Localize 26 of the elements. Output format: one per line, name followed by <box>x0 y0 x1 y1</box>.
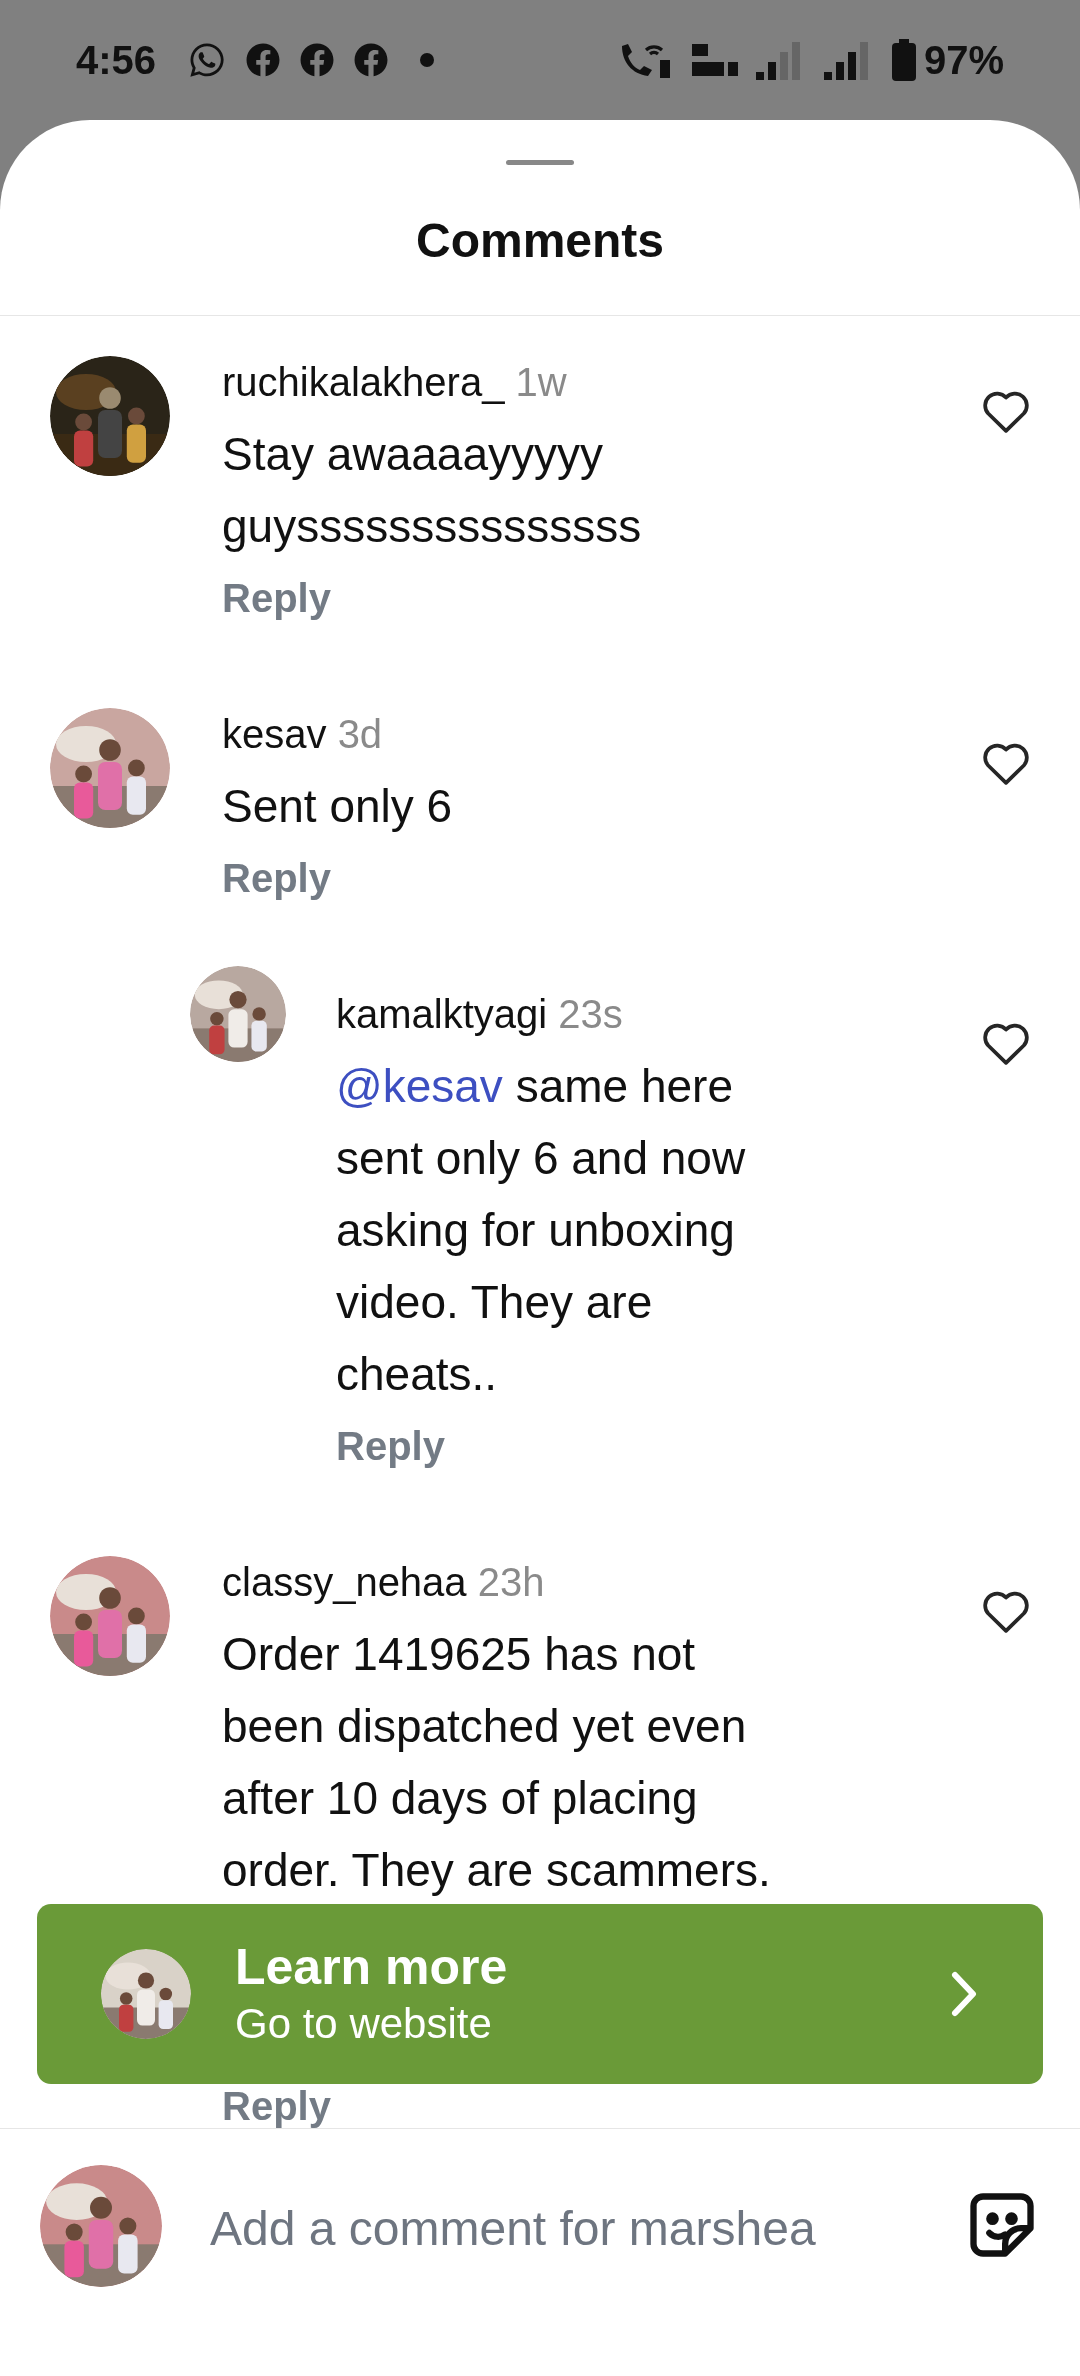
comment-input-field[interactable]: Add a comment for marshea <box>210 2193 870 2265</box>
social-app-icon <box>300 43 335 77</box>
comment-age: 23s <box>558 992 623 1036</box>
comment-age: 23h <box>477 1560 545 1604</box>
ad-title: Learn more <box>235 1938 508 1997</box>
sheet-title: Comments <box>415 213 664 269</box>
comment-age: 3d <box>337 712 383 756</box>
comment-age: 1w <box>515 360 567 404</box>
battery-icon <box>891 39 916 81</box>
comment-text: @kesav same here sent only 6 and now asking for unboxing video. They are cheats.. <box>336 1059 747 1402</box>
comment-username[interactable]: kesav <box>222 712 327 756</box>
mention-link[interactable]: @kesav <box>336 1060 503 1112</box>
comment-text: Order 1419625 has not been dispatched yet even after 10 days of placing order. They are scammers. <box>222 1627 772 1898</box>
ad-subtitle: Go to website <box>235 1999 493 2049</box>
comment-username[interactable]: ruchikalakhera_ <box>222 360 505 404</box>
social-app-icon <box>354 43 389 77</box>
status-time: 4:56 <box>76 37 157 84</box>
comment-username[interactable]: kamalktyagi <box>336 992 548 1036</box>
chevron-right-icon <box>949 1969 979 2019</box>
battery-percent: 97% <box>923 37 1004 84</box>
comment-username[interactable]: classy_nehaa <box>222 1560 467 1604</box>
drag-handle[interactable] <box>506 160 574 165</box>
comment-text: Sent only 6 <box>222 779 454 834</box>
social-app-icon <box>246 43 281 77</box>
comment-text: Stay awaaaayyyyy guysssssssssssssss <box>222 427 643 554</box>
chat-app-icon <box>188 41 227 79</box>
